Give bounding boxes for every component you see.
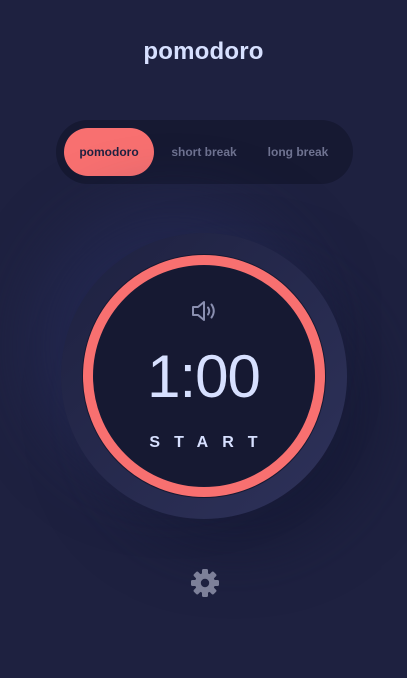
tab-long-break[interactable]: long break	[254, 128, 342, 176]
app-title: pomodoro	[143, 38, 264, 65]
tab-short-break[interactable]: short break	[160, 128, 248, 176]
speaker-icon[interactable]	[190, 298, 218, 324]
tab-pomodoro[interactable]: pomodoro	[64, 128, 154, 176]
mode-switcher: pomodoro short break long break	[56, 120, 353, 184]
start-button[interactable]: START	[0, 434, 407, 452]
gear-icon[interactable]	[190, 568, 220, 598]
pomodoro-app: pomodoro pomodoro short break long break…	[0, 0, 407, 678]
timer-display: 1:00	[147, 343, 261, 410]
